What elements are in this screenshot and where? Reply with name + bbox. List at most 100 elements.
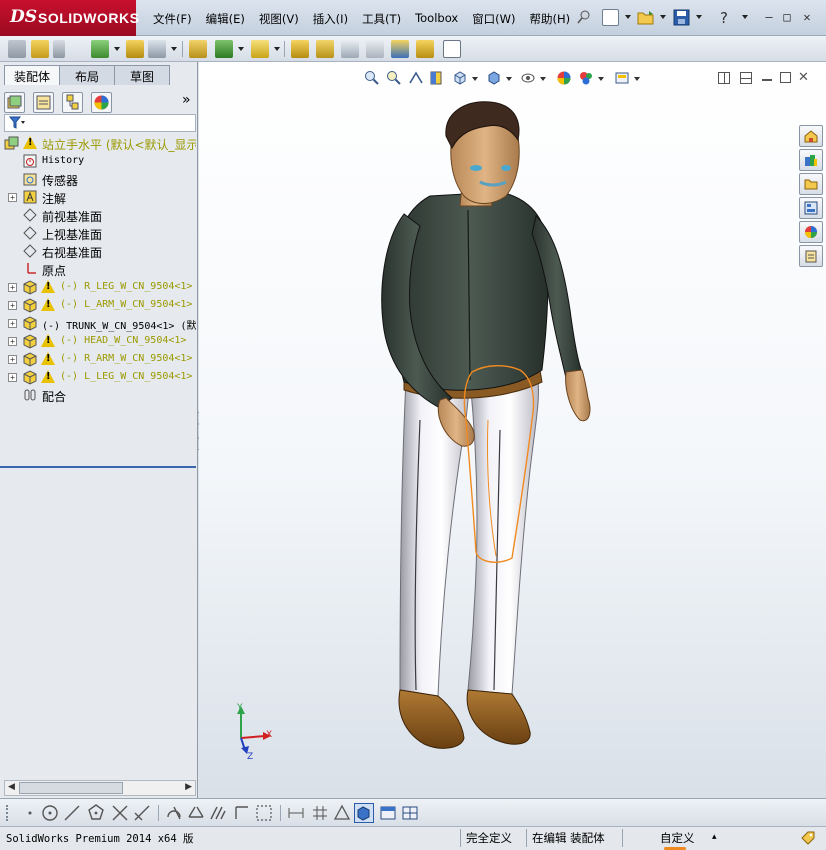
bill-of-materials-icon[interactable] [316,40,334,58]
help-icon[interactable]: ? [720,9,728,27]
appearances-tab[interactable] [799,221,823,243]
tree-node[interactable]: 站立手水平 (默认<默认_显示 [0,134,196,152]
assembly-features-icon[interactable] [215,40,233,58]
tree-node[interactable]: + (-) R_ARM_W_CN_9504<1> [0,350,196,368]
unit-system-selector[interactable]: 自定义 [660,830,695,847]
pin-icon[interactable] [577,10,591,24]
solidworks-logo[interactable]: DS SOLIDWORKS [0,0,139,36]
extend-icon[interactable] [132,803,152,823]
tree-node[interactable]: History [0,152,196,170]
line-icon[interactable] [62,803,82,823]
pattern-dropdown-icon[interactable] [114,47,120,51]
corner-rectangle-icon[interactable] [232,803,252,823]
tree-filter-bar[interactable] [4,114,196,132]
expand-toggle-icon[interactable]: + [8,283,17,292]
tree-node[interactable]: + (-) TRUNK_W_CN_9504<1> (默 [0,314,196,332]
menu-file[interactable]: 文件(F) [146,9,199,29]
tab-sketch[interactable]: 草图 [114,65,170,85]
menu-help[interactable]: 帮助(H) [523,9,578,29]
instant3d-icon[interactable] [443,40,461,58]
tree-node[interactable]: 上视基准面 [0,224,196,242]
new-document-icon[interactable] [602,9,619,26]
expand-panel-icon[interactable]: » [182,92,191,108]
move-dropdown-icon[interactable] [171,47,177,51]
3d-sketch-icon[interactable] [354,803,374,823]
new-dropdown-icon[interactable] [625,15,631,19]
interference-detection-icon[interactable] [391,40,409,58]
open-dropdown-icon[interactable] [660,15,666,19]
convert-entities-icon[interactable] [208,803,228,823]
clearance-verification-icon[interactable] [416,40,434,58]
tree-node[interactable]: + (-) L_LEG_W_CN_9504<1> [0,368,196,386]
filter-icon[interactable] [8,116,25,133]
reference-dropdown-icon[interactable] [274,47,280,51]
save-icon[interactable] [673,9,690,26]
file-explorer-tab[interactable] [799,173,823,195]
menu-window[interactable]: 窗口(W) [465,9,522,29]
insert-component-icon[interactable] [8,40,26,58]
new-part-icon[interactable] [31,40,49,58]
tree-node[interactable]: + (-) L_ARM_W_CN_9504<1> [0,296,196,314]
minimize-button[interactable]: — [762,11,776,23]
scroll-thumb[interactable] [19,782,123,794]
instant2d-icon[interactable] [378,803,398,823]
offset-entities-icon[interactable] [164,803,184,823]
tree-node[interactable]: 原点 [0,260,196,278]
circle-icon[interactable] [40,803,60,823]
help-dropdown-icon[interactable] [742,15,748,19]
tree-node[interactable]: 右视基准面 [0,242,196,260]
custom-properties-tab[interactable] [799,245,823,267]
rebuild-tag-icon[interactable] [800,830,816,846]
menu-toolbox[interactable]: Toolbox [408,9,465,29]
shaded-sketch-contours-icon[interactable] [400,803,420,823]
tree-node[interactable]: + (-) R_LEG_W_CN_9504<1> [0,278,196,296]
solidworks-resources-tab[interactable] [799,125,823,147]
tree-node[interactable]: 传感器 [0,170,196,188]
tree-node[interactable]: + (-) HEAD_W_CN_9504<1> [0,332,196,350]
configuration-manager-icon[interactable] [62,92,83,113]
expand-toggle-icon[interactable]: + [8,193,17,202]
scroll-right-icon[interactable]: ▶ [185,782,192,792]
explode-line-sketch-icon[interactable] [366,40,384,58]
unit-dropdown-icon[interactable]: ▴ [712,832,717,849]
tab-layout[interactable]: 布局 [59,65,115,85]
restore-button[interactable]: □ [780,11,794,23]
polygon-icon[interactable] [86,803,106,823]
relations-icon[interactable] [332,803,352,823]
menu-edit[interactable]: 编辑(E) [199,9,252,29]
save-dropdown-icon[interactable] [696,15,702,19]
reference-geometry-icon[interactable] [251,40,269,58]
expand-toggle-icon[interactable]: + [8,355,17,364]
move-component-icon[interactable] [148,40,166,58]
expand-toggle-icon[interactable]: + [8,319,17,328]
graphics-area[interactable]: ✕ Y X Z [199,62,826,798]
show-hidden-components-icon[interactable] [189,40,207,58]
tree-node[interactable]: + 注解 [0,188,196,206]
grid-icon[interactable] [310,803,330,823]
new-motion-study-icon[interactable] [291,40,309,58]
feature-manager-tree-icon[interactable] [4,92,25,113]
scroll-left-icon[interactable]: ◀ [8,782,15,792]
features-dropdown-icon[interactable] [238,47,244,51]
exploded-view-icon[interactable] [341,40,359,58]
sketch-fillet-icon[interactable] [254,803,274,823]
tab-assembly[interactable]: 装配体 [4,65,60,85]
horizontal-scrollbar[interactable]: ◀ ▶ [4,780,196,796]
point-icon[interactable] [20,803,40,823]
expand-toggle-icon[interactable]: + [8,373,17,382]
menu-tools[interactable]: 工具(T) [355,9,408,29]
property-manager-icon[interactable] [33,92,54,113]
tree-node[interactable]: 配合 [0,386,196,404]
tree-node[interactable]: 前视基准面 [0,206,196,224]
linear-pattern-icon[interactable] [91,40,109,58]
menu-view[interactable]: 视图(V) [252,9,306,29]
open-folder-icon[interactable] [637,10,655,25]
trim-icon[interactable] [110,803,130,823]
close-button[interactable]: ✕ [800,11,814,23]
expand-toggle-icon[interactable]: + [8,337,17,346]
mate-icon[interactable] [53,40,65,58]
human-model-3d[interactable] [199,62,826,798]
smart-dimension-icon[interactable] [286,803,306,823]
mirror-entities-icon[interactable] [186,803,206,823]
display-manager-icon[interactable] [91,92,112,113]
